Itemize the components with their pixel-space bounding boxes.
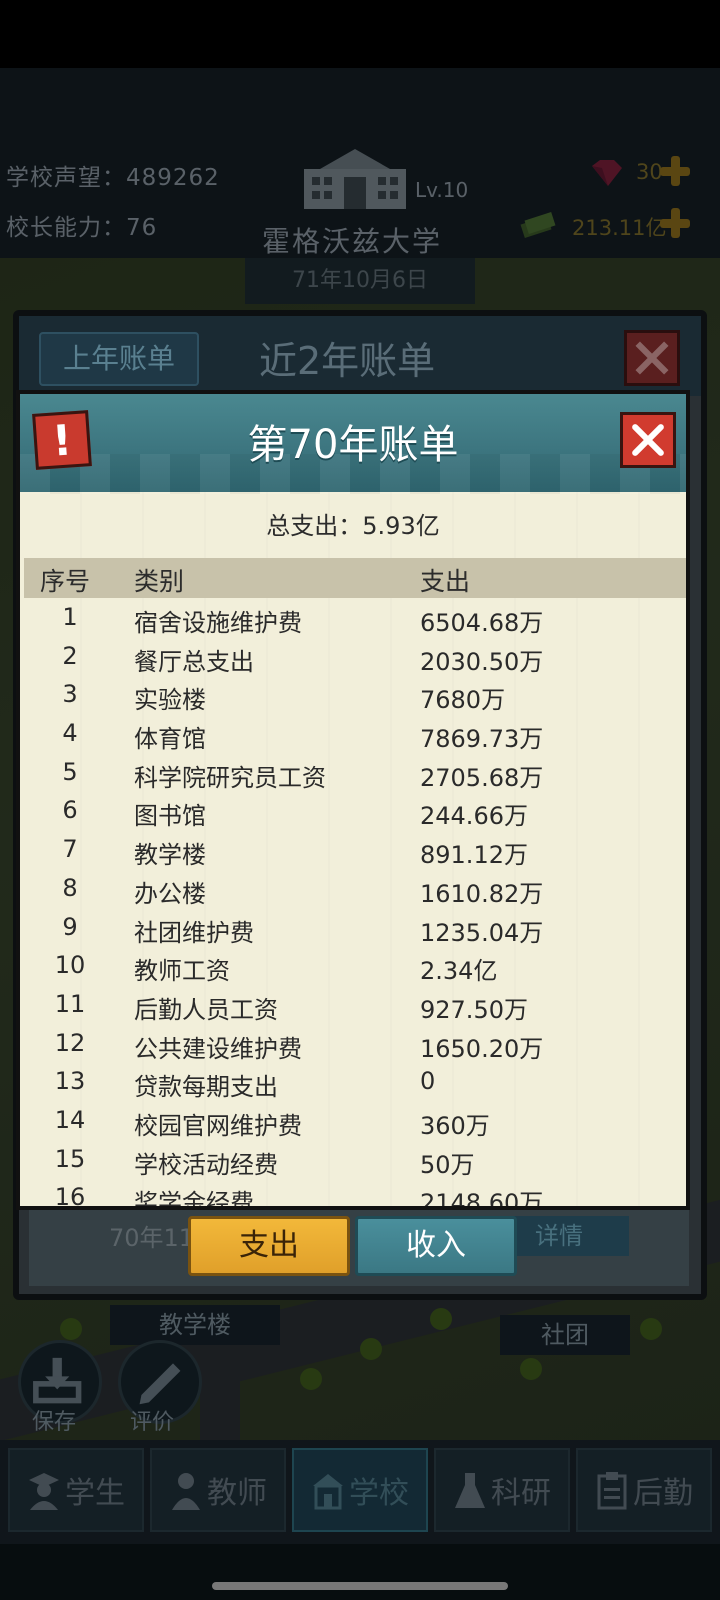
table-row: 16 奖学金经费 2148.60万 [20,1180,686,1210]
row-category: 后勤人员工资 [134,995,278,1024]
row-category: 餐厅总支出 [134,647,254,676]
table-row: 8 办公楼 1610.82万 [20,871,686,910]
row-index: 16 [54,1183,86,1210]
row-amount: 2148.60万 [420,1189,544,1210]
table-row: 15 学校活动经费 50万 [20,1142,686,1181]
row-index: 14 [54,1105,86,1134]
row-amount: 50万 [420,1150,475,1179]
column-header-index: 序号 [40,567,91,596]
row-index: 13 [54,1067,86,1096]
row-category: 体育馆 [134,725,206,754]
column-header-expense: 支出 [420,567,471,596]
row-index: 7 [62,835,78,864]
last-year-bill-button[interactable]: 上年账单 [39,332,199,386]
table-row: 6 图书馆 244.66万 [20,793,686,832]
row-category: 学校活动经费 [134,1150,278,1179]
row-amount: 927.50万 [420,995,528,1024]
row-index: 10 [54,951,86,980]
tab-expense[interactable]: 支出 [188,1216,350,1276]
tab-income[interactable]: 收入 [355,1216,517,1276]
column-header-category: 类别 [134,567,185,596]
row-amount: 2705.68万 [420,763,544,792]
recent-bills-title: 近2年账单 [259,339,436,383]
close-icon [635,341,669,375]
row-index: 12 [54,1028,86,1057]
table-row: 3 实验楼 7680万 [20,677,686,716]
table-row: 4 体育馆 7869.73万 [20,716,686,755]
table-row: 9 社团维护费 1235.04万 [20,910,686,949]
row-index: 15 [54,1144,86,1173]
row-amount: 7869.73万 [420,725,544,754]
row-amount: 360万 [420,1111,490,1140]
bill-title: 第70年账单 [247,422,459,468]
table-row: 14 校园官网维护费 360万 [20,1103,686,1142]
row-index: 2 [62,641,78,670]
row-index: 5 [62,757,78,786]
row-category: 社团维护费 [134,918,254,947]
row-category: 贷款每期支出 [134,1073,278,1102]
row-index: 11 [54,989,86,1018]
row-category: 实验楼 [134,686,206,715]
row-category: 办公楼 [134,879,206,908]
row-amount: 0 [420,1067,436,1096]
table-row: 13 贷款每期支出 0 [20,1064,686,1103]
bill-header: ! 第70年账单 [20,394,686,494]
recent-bills-close-button[interactable] [624,330,680,386]
row-amount: 2030.50万 [420,647,544,676]
table-header: 序号 类别 支出 [24,558,686,598]
table-row: 11 后勤人员工资 927.50万 [20,987,686,1026]
table-row: 10 教师工资 2.34亿 [20,948,686,987]
bill-close-button[interactable] [620,412,676,468]
row-index: 1 [62,603,78,631]
row-category: 宿舍设施维护费 [134,609,302,637]
row-index: 3 [62,680,78,709]
table-row: 12 公共建设维护费 1650.20万 [20,1026,686,1065]
row-amount: 1235.04万 [420,918,544,947]
row-amount: 891.12万 [420,841,528,870]
row-amount: 6504.68万 [420,609,544,637]
table-row: 5 科学院研究员工资 2705.68万 [20,755,686,794]
row-amount: 1650.20万 [420,1034,544,1063]
row-index: 4 [62,719,78,748]
total-expense: 总支出：5.93亿 [266,512,440,540]
row-amount: 244.66万 [420,802,528,831]
row-amount: 7680万 [420,686,506,715]
table-row: 2 餐厅总支出 2030.50万 [20,639,686,678]
row-amount: 2.34亿 [420,957,498,986]
recent-bills-row-text: 70年11 [109,1224,195,1252]
table-row: 7 教学楼 891.12万 [20,832,686,871]
year-bill-dialog: ! 第70年账单 总支出：5.93亿 序号 类别 支出 1 宿舍设施维护费 6504… [16,390,690,1210]
row-category: 图书馆 [134,802,206,831]
row-category: 科学院研究员工资 [134,763,326,792]
row-category: 教学楼 [134,841,206,870]
row-index: 9 [62,912,78,941]
recent-bills-header: 上年账单 近2年账单 [19,316,701,396]
row-amount: 1610.82万 [420,879,544,908]
row-index: 6 [62,796,78,825]
row-category: 公共建设维护费 [134,1034,302,1063]
row-category: 教师工资 [134,957,230,986]
row-category: 校园官网维护费 [134,1111,302,1140]
row-index: 8 [62,873,78,902]
close-icon [632,424,664,456]
row-category: 奖学金经费 [134,1189,254,1210]
expense-table[interactable]: 1 宿舍设施维护费 6504.68万 2 餐厅总支出 2030.50万 3 实验楼 7680万 4… [20,600,686,1210]
table-row: 1 宿舍设施维护费 6504.68万 [20,600,686,639]
